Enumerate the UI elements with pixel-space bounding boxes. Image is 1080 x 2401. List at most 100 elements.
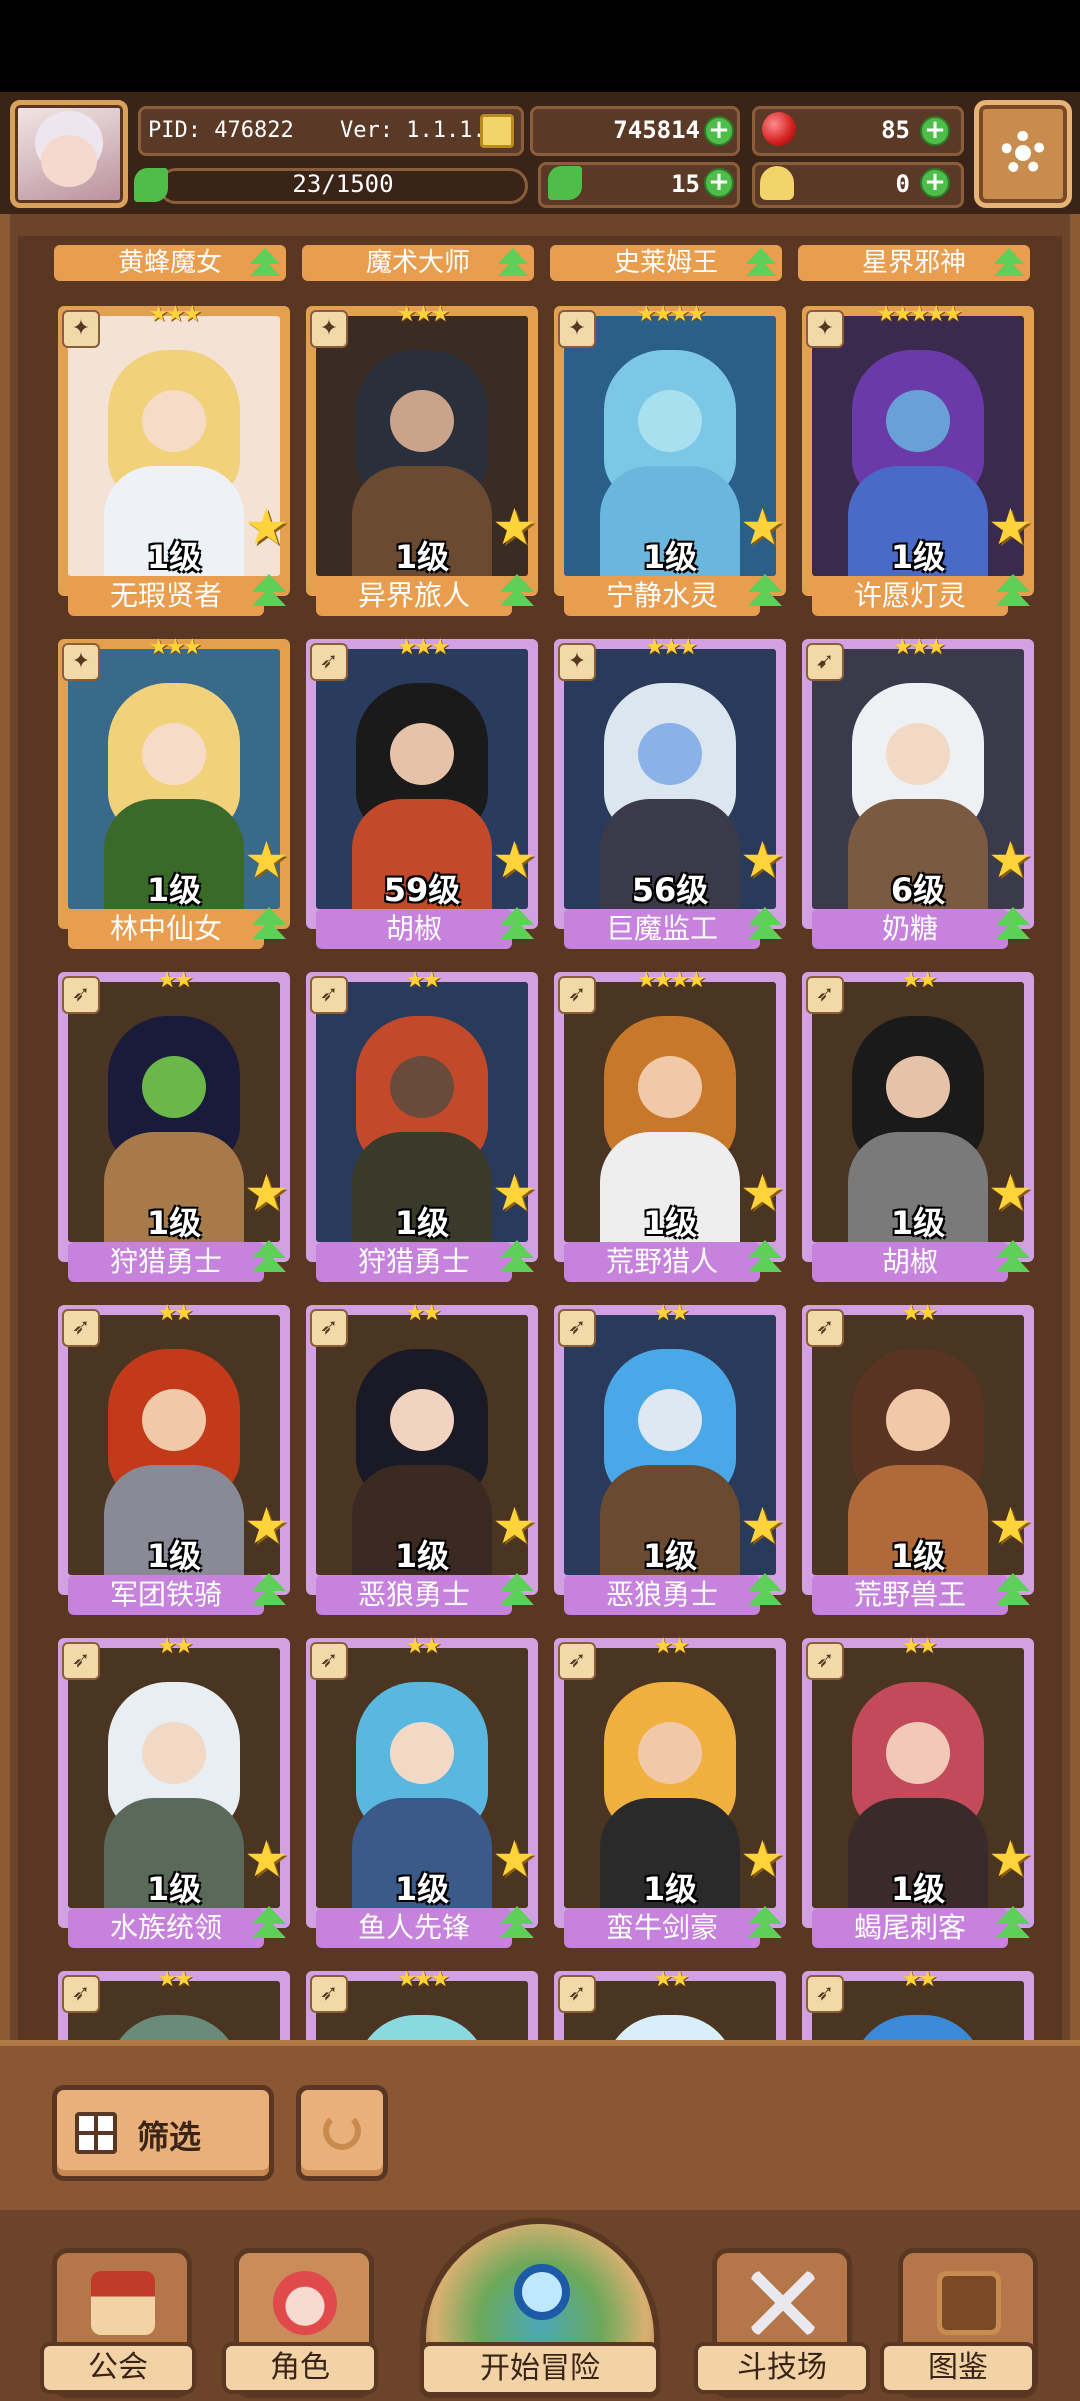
star-rating: ★★: [405, 1634, 441, 1659]
upgrade-arrow-icon[interactable]: [746, 1906, 784, 1944]
star-upgrade-icon[interactable]: ★: [244, 502, 289, 552]
character-name: 荒野兽王: [812, 1575, 1008, 1615]
filter-button[interactable]: 筛选: [52, 2085, 274, 2181]
star-upgrade-icon[interactable]: ★: [988, 1168, 1033, 1218]
star-upgrade-icon[interactable]: ★: [492, 1834, 537, 1884]
upgrade-arrow-icon[interactable]: [250, 907, 288, 945]
reset-button[interactable]: [296, 2085, 388, 2181]
star-upgrade-icon[interactable]: ★: [740, 1834, 785, 1884]
character-name: 蛮牛剑豪: [564, 1908, 760, 1948]
character-card[interactable]: ➹ ★★★ 6级 ★ 奶糖: [802, 635, 1034, 959]
character-card[interactable]: ➶ ★★ 1级 ★ 恶狼勇士: [306, 1301, 538, 1625]
star-upgrade-icon[interactable]: ★: [988, 1834, 1033, 1884]
upgrade-arrow-icon[interactable]: [994, 1573, 1032, 1611]
character-name: 恶狼勇士: [316, 1575, 512, 1615]
character-name: 荒野猎人: [564, 1242, 760, 1282]
character-card[interactable]: ➶ ★★ 1级 ★ 蛮牛剑豪: [554, 1634, 786, 1958]
upgrade-arrow-icon[interactable]: [250, 574, 288, 612]
star-upgrade-icon[interactable]: ★: [492, 1168, 537, 1218]
add-gold-button[interactable]: +: [704, 116, 734, 146]
character-card[interactable]: ✦ ★★★ 1级 ★ 异界旅人: [306, 302, 538, 626]
upgrade-arrow-icon[interactable]: [994, 1906, 1032, 1944]
star-upgrade-icon[interactable]: ★: [492, 502, 537, 552]
add-clover-button[interactable]: +: [704, 168, 734, 198]
star-upgrade-icon[interactable]: ★: [244, 835, 289, 885]
upgrade-arrow-icon[interactable]: [746, 1240, 784, 1278]
character-card[interactable]: ➶ ★★★ 59级 ★ 胡椒: [306, 635, 538, 959]
character-card[interactable]: ✦ ★★★ 1级 ★ 林中仙女: [58, 635, 290, 959]
character-card[interactable]: ✦ ★★★ 1级 ★ 无瑕贤者: [58, 302, 290, 626]
upgrade-arrow-icon[interactable]: [250, 1573, 288, 1611]
character-card[interactable]: ➶ ★★ 1级 ★ 荒野兽王: [802, 1301, 1034, 1625]
star-upgrade-icon[interactable]: ★: [244, 1834, 289, 1884]
upgrade-arrow-icon[interactable]: [498, 1906, 536, 1944]
progress-value: 23/1500: [292, 170, 394, 198]
upgrade-arrow-icon[interactable]: [498, 1573, 536, 1611]
character-name: 军团铁骑: [68, 1575, 264, 1615]
nav-codex-label: 图鉴: [880, 2342, 1036, 2394]
star-rating: ★★★: [396, 635, 450, 660]
star-upgrade-icon[interactable]: ★: [492, 835, 537, 885]
add-gem-button[interactable]: +: [920, 116, 950, 146]
gold-value: 745814: [613, 116, 700, 144]
character-name: 狩猎勇士: [316, 1242, 512, 1282]
star-upgrade-icon[interactable]: ★: [740, 835, 785, 885]
upgrade-arrow-icon: [744, 248, 778, 280]
upgrade-arrow-icon[interactable]: [746, 907, 784, 945]
character-card[interactable]: ➶ ★★ 1级 ★ 恶狼勇士: [554, 1301, 786, 1625]
character-card[interactable]: ➶ ★★: [58, 1971, 290, 2040]
upgrade-arrow-icon[interactable]: [498, 907, 536, 945]
player-avatar[interactable]: [10, 100, 128, 208]
character-card[interactable]: ➶ ★★ 1级 ★ 鱼人先锋: [306, 1634, 538, 1958]
version-label: Ver: 1.1.1.0: [340, 118, 499, 143]
character-card[interactable]: ✦ ★★★★★ 1级 ★ 许愿灯灵: [802, 302, 1034, 626]
star-upgrade-icon[interactable]: ★: [244, 1168, 289, 1218]
character-card[interactable]: ➶ ★★★: [306, 1971, 538, 2040]
character-card[interactable]: ➶ ★★ 1级 ★ 狩猎勇士: [58, 968, 290, 1292]
ruby-icon: [762, 112, 796, 146]
character-name: 鱼人先锋: [316, 1908, 512, 1948]
character-card[interactable]: ➶ ★★ 1级 ★ 胡椒: [802, 968, 1034, 1292]
settings-button[interactable]: [974, 100, 1072, 208]
character-name: 宁静水灵: [564, 576, 760, 616]
character-card[interactable]: ➶ ★★★★ 1级 ★ 荒野猎人: [554, 968, 786, 1292]
star-upgrade-icon[interactable]: ★: [988, 835, 1033, 885]
character-card[interactable]: ➶ ★★ 1级 ★ 军团铁骑: [58, 1301, 290, 1625]
star-rating: ★★: [901, 1634, 937, 1659]
upgrade-arrow-icon[interactable]: [250, 1906, 288, 1944]
character-card[interactable]: ➶ ★★: [554, 1971, 786, 2040]
character-name: 许愿灯灵: [812, 576, 1008, 616]
character-name: 巨魔监工: [564, 909, 760, 949]
star-upgrade-icon[interactable]: ★: [988, 502, 1033, 552]
add-key-button[interactable]: +: [920, 168, 950, 198]
upgrade-arrow-icon[interactable]: [498, 574, 536, 612]
upgrade-arrow-icon[interactable]: [746, 574, 784, 612]
book-icon: [937, 2271, 1001, 2335]
upgrade-arrow-icon[interactable]: [746, 1573, 784, 1611]
star-rating: ★★: [653, 1634, 689, 1659]
character-card[interactable]: ✦ ★★★★ 1级 ★ 宁静水灵: [554, 302, 786, 626]
character-card[interactable]: ✦ ★★★ 56级 ★ 巨魔监工: [554, 635, 786, 959]
start-adventure-label: 开始冒险: [420, 2342, 660, 2396]
star-upgrade-icon[interactable]: ★: [988, 1501, 1033, 1551]
star-upgrade-icon[interactable]: ★: [740, 1501, 785, 1551]
nav-character-label: 角色: [222, 2342, 378, 2394]
star-upgrade-icon[interactable]: ★: [492, 1501, 537, 1551]
character-card[interactable]: ➶ ★★ 1级 ★ 水族统领: [58, 1634, 290, 1958]
star-upgrade-icon[interactable]: ★: [740, 1168, 785, 1218]
character-card[interactable]: ➶ ★★ 1级 ★ 蝎尾刺客: [802, 1634, 1034, 1958]
character-name: 胡椒: [812, 1242, 1008, 1282]
upgrade-arrow-icon[interactable]: [994, 574, 1032, 612]
upgrade-arrow-icon[interactable]: [498, 1240, 536, 1278]
character-card[interactable]: ➶ ★★: [802, 1971, 1034, 2040]
status-bar: [0, 0, 1080, 92]
upgrade-arrow-icon[interactable]: [994, 907, 1032, 945]
upgrade-arrow-icon[interactable]: [250, 1240, 288, 1278]
star-upgrade-icon[interactable]: ★: [740, 502, 785, 552]
star-upgrade-icon[interactable]: ★: [244, 1501, 289, 1551]
character-name: 水族统领: [68, 1908, 264, 1948]
character-card[interactable]: ➶ ★★ 1级 ★ 狩猎勇士: [306, 968, 538, 1292]
star-rating: ★★★★: [636, 968, 707, 993]
character-face-icon: [273, 2271, 337, 2335]
upgrade-arrow-icon[interactable]: [994, 1240, 1032, 1278]
